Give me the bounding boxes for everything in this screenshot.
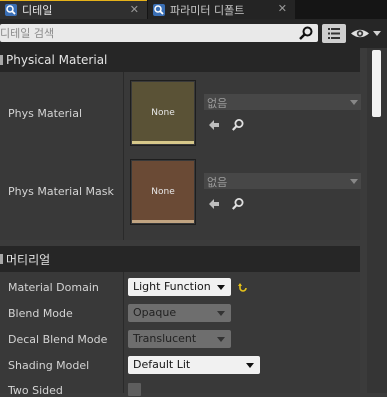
- use-selected-arrow-icon[interactable]: [207, 197, 221, 211]
- use-selected-arrow-icon[interactable]: [207, 118, 221, 132]
- dropdown-value: Light Function: [133, 280, 211, 293]
- collapse-caret-icon: [0, 55, 3, 65]
- collapse-caret-icon: [0, 254, 3, 264]
- category-title: Physical Material: [6, 53, 108, 67]
- category-physical-material[interactable]: Physical Material: [0, 48, 360, 72]
- column-divider[interactable]: [123, 72, 124, 240]
- property-label: Shading Model: [8, 359, 90, 372]
- decal-blend-mode-dropdown[interactable]: Translucent: [128, 330, 231, 348]
- property-label: Phys Material: [8, 107, 83, 120]
- visibility-filter-button[interactable]: [350, 25, 384, 42]
- view-options-button[interactable]: [322, 24, 346, 43]
- category-material[interactable]: 머티리얼: [0, 246, 360, 272]
- chevron-down-icon: [246, 363, 254, 368]
- close-icon[interactable]: ✕: [130, 3, 139, 16]
- list-view-icon: [328, 28, 340, 39]
- thumbnail-label: None: [151, 187, 175, 197]
- category-title: 머티리얼: [6, 252, 51, 267]
- browse-search-icon[interactable]: [231, 118, 245, 132]
- reset-to-default-icon[interactable]: [237, 281, 249, 293]
- property-label: Blend Mode: [8, 307, 73, 320]
- tab-parameter-defaults[interactable]: 파라미터 디폴트 ✕: [148, 0, 295, 19]
- magnifier-icon: [153, 3, 165, 16]
- phys-material-mask-thumbnail[interactable]: None: [130, 159, 196, 225]
- search-box: [0, 24, 318, 42]
- tab-details-label: 디테일: [22, 4, 53, 17]
- chevron-down-icon: [217, 311, 225, 316]
- column-divider[interactable]: [123, 272, 124, 393]
- close-icon[interactable]: ✕: [278, 2, 287, 15]
- property-label: Decal Blend Mode: [8, 333, 108, 346]
- material-domain-dropdown[interactable]: Light Function: [128, 278, 231, 296]
- magnifier-icon: [5, 4, 17, 16]
- search-row: [0, 19, 387, 48]
- eye-icon: [351, 29, 381, 38]
- chevron-down-icon: [217, 285, 225, 290]
- material-properties: Material Domain Light Function Blend Mod…: [0, 272, 360, 397]
- physical-material-properties: Phys Material None 없음 Phys Material Mask…: [0, 72, 361, 240]
- chevron-down-icon: [350, 100, 358, 105]
- dropdown-value: Opaque: [133, 306, 177, 319]
- blend-mode-dropdown[interactable]: Opaque: [128, 304, 231, 322]
- search-input[interactable]: [0, 24, 290, 42]
- chevron-down-icon: [350, 179, 358, 184]
- dropdown-value: Translucent: [133, 332, 197, 345]
- tab-bar: 디테일 ✕ 파라미터 디폴트 ✕: [0, 0, 387, 19]
- asset-value: 없음: [207, 97, 228, 110]
- chevron-down-icon: [373, 31, 381, 36]
- shading-model-dropdown[interactable]: Default Lit: [128, 356, 260, 374]
- property-label: Material Domain: [8, 281, 99, 294]
- chevron-down-icon: [217, 337, 225, 342]
- phys-material-thumbnail[interactable]: None: [130, 80, 196, 146]
- phys-material-asset-picker[interactable]: 없음: [204, 94, 361, 110]
- thumbnail-bar: [132, 220, 194, 223]
- two-sided-checkbox[interactable]: [128, 383, 141, 396]
- thumbnail-label: None: [151, 108, 175, 118]
- asset-value: 없음: [207, 176, 228, 189]
- search-icon[interactable]: [298, 25, 314, 41]
- tab-details[interactable]: 디테일 ✕: [0, 0, 147, 19]
- property-label: Phys Material Mask: [8, 185, 114, 198]
- thumbnail-bar: [132, 141, 194, 144]
- browse-search-icon[interactable]: [231, 197, 245, 211]
- tab-parameter-defaults-label: 파라미터 디폴트: [170, 3, 245, 17]
- property-label: Two Sided: [8, 384, 63, 397]
- phys-material-mask-asset-picker[interactable]: 없음: [204, 173, 361, 189]
- scrollbar-thumb[interactable]: [372, 50, 381, 117]
- dropdown-value: Default Lit: [133, 358, 191, 371]
